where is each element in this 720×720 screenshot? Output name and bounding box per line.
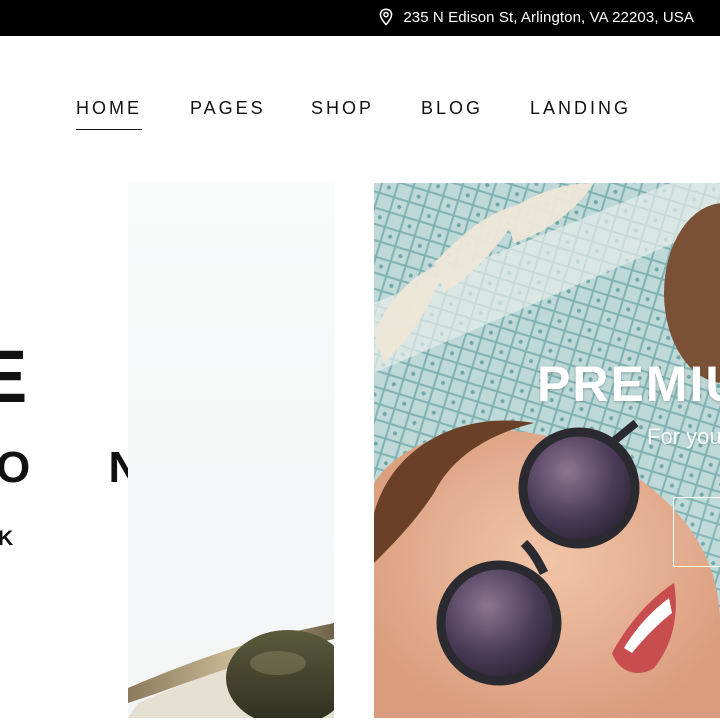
hero-slide: PREMIU For you xyxy=(374,183,720,718)
sunglasses-image xyxy=(128,623,334,718)
hero-cta-button[interactable] xyxy=(673,497,720,567)
address-line: 235 N Edison St, Arlington, VA 22203, US… xyxy=(378,8,694,26)
map-pin-icon xyxy=(378,8,394,26)
top-bar: 235 N Edison St, Arlington, VA 22203, US… xyxy=(0,0,720,36)
nav-item-blog[interactable]: BLOG xyxy=(421,98,483,119)
nav-item-pages[interactable]: PAGES xyxy=(190,98,266,119)
main-navigation: HOME PAGES SHOP BLOG LANDING xyxy=(0,98,720,138)
slide-caption-fragment: K xyxy=(0,527,17,550)
nav-item-landing[interactable]: LANDING xyxy=(530,98,631,119)
hero-subtitle: For you xyxy=(647,424,720,449)
hero-photo xyxy=(374,183,720,718)
address-text: 235 N Edison St, Arlington, VA 22203, US… xyxy=(403,8,694,26)
product-image-panel xyxy=(128,183,334,718)
nav-item-shop[interactable]: SHOP xyxy=(311,98,374,119)
nav-item-home[interactable]: HOME xyxy=(76,98,142,130)
slide-heading-fragment: E xyxy=(0,335,28,418)
hero-title: PREMIU xyxy=(537,356,720,412)
